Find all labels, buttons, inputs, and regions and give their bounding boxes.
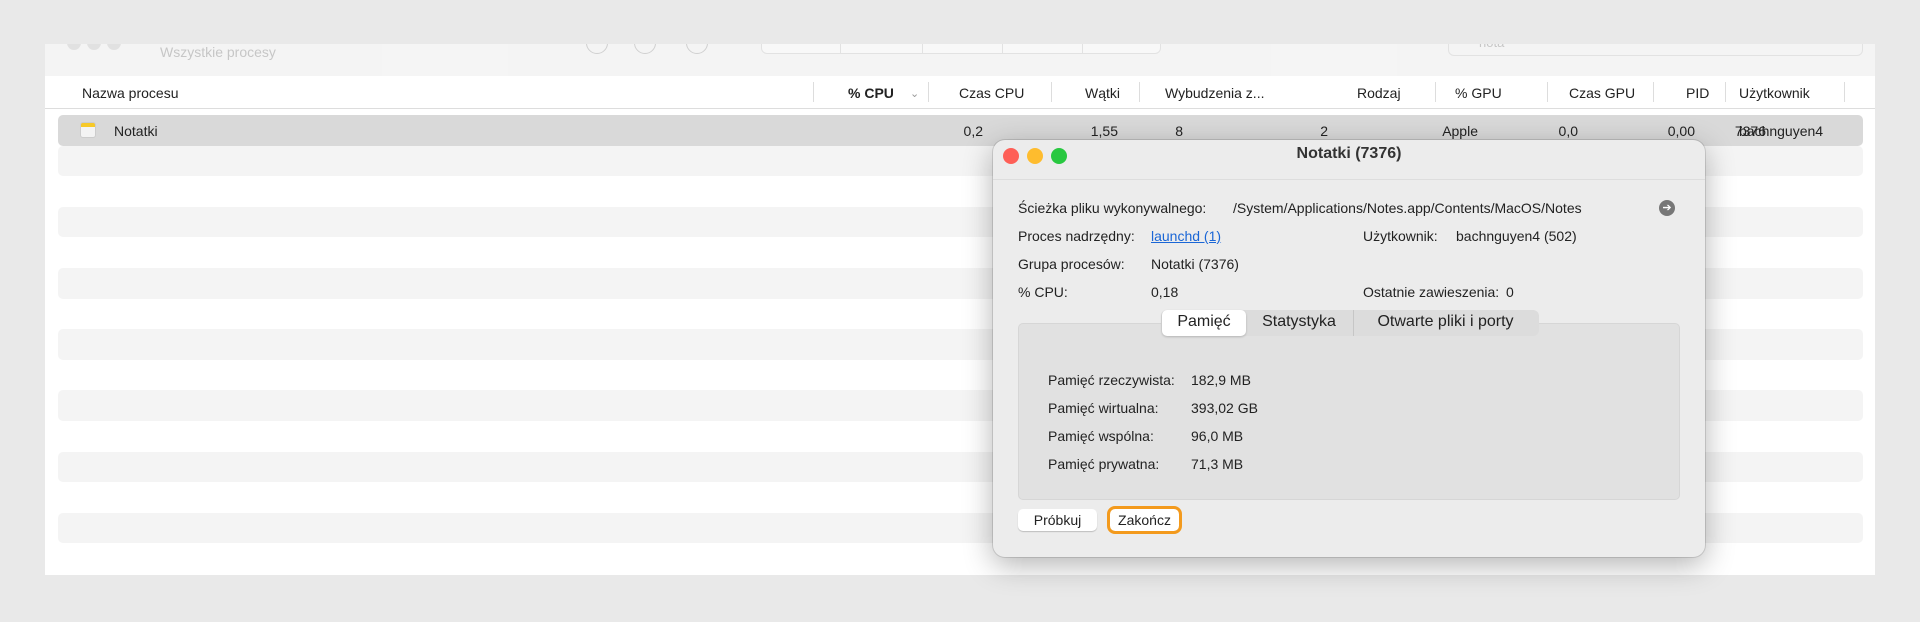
toolbar: Wszystkie procesy nota bbox=[45, 44, 1875, 76]
col-user[interactable]: Użytkownik bbox=[1739, 85, 1810, 101]
search-input[interactable]: nota bbox=[1448, 44, 1863, 56]
parent-label: Proces nadrzędny: bbox=[1018, 228, 1135, 244]
col-wakeups[interactable]: Wybudzenia z... bbox=[1165, 85, 1264, 101]
reveal-arrow-icon[interactable]: ➔ bbox=[1659, 200, 1675, 216]
col-name[interactable]: Nazwa procesu bbox=[82, 85, 179, 101]
col-gpu-time[interactable]: Czas GPU bbox=[1569, 85, 1635, 101]
tab-statistics[interactable]: Statystyka bbox=[1249, 310, 1349, 336]
hangs-value: 0 bbox=[1506, 284, 1514, 300]
memory-value: 96,0 MB bbox=[1191, 428, 1244, 444]
minimize-window-icon[interactable] bbox=[87, 44, 101, 50]
memory-label: Pamięć prywatna: bbox=[1048, 456, 1160, 472]
memory-value: 393,02 GB bbox=[1191, 400, 1258, 416]
col-cpu-time[interactable]: Czas CPU bbox=[959, 85, 1024, 101]
col-threads[interactable]: Wątki bbox=[1085, 85, 1120, 101]
tab-open-files[interactable]: Otwarte pliki i porty bbox=[1353, 310, 1537, 336]
gpu-value: 0,0 bbox=[1558, 123, 1578, 139]
memory-value: 71,3 MB bbox=[1191, 456, 1244, 472]
dialog-title: Notatki (7376) bbox=[1296, 145, 1402, 162]
col-gpu[interactable]: % GPU bbox=[1455, 85, 1502, 101]
memory-label: Pamięć rzeczywista: bbox=[1048, 372, 1175, 388]
stop-process-icon[interactable] bbox=[586, 44, 608, 54]
close-window-icon[interactable] bbox=[67, 44, 81, 50]
col-cpu[interactable]: % CPU bbox=[848, 85, 894, 101]
sample-button[interactable]: Próbkuj bbox=[1018, 509, 1097, 531]
threads-value: 8 bbox=[1175, 123, 1183, 139]
col-pid[interactable]: PID bbox=[1686, 85, 1709, 101]
cpu-value: 0,18 bbox=[1151, 284, 1179, 300]
kind-value: Apple bbox=[1442, 123, 1478, 139]
path-value: /System/Applications/Notes.app/Contents/… bbox=[1233, 200, 1582, 216]
cpu-label: % CPU: bbox=[1018, 284, 1068, 300]
hangs-label: Ostatnie zawieszenia: bbox=[1363, 284, 1500, 300]
wakeups-value: 2 bbox=[1320, 123, 1328, 139]
cpu-time-value: 1,55 bbox=[1090, 123, 1118, 139]
category-segmented-control[interactable] bbox=[761, 44, 1161, 54]
user-value: bachnguyen4 (502) bbox=[1456, 228, 1577, 244]
group-value: Notatki (7376) bbox=[1151, 256, 1239, 272]
col-kind[interactable]: Rodzaj bbox=[1357, 85, 1401, 101]
path-label: Ścieżka pliku wykonywalnego: bbox=[1018, 200, 1207, 216]
tab-memory[interactable]: Pamięć bbox=[1162, 310, 1246, 336]
zoom-window-icon[interactable] bbox=[107, 44, 121, 50]
memory-value: 182,9 MB bbox=[1191, 372, 1251, 388]
user-value: bachnguyen4 bbox=[1739, 123, 1824, 139]
table-header: Nazwa procesu % CPU ⌄ Czas CPU Wątki Wyb… bbox=[45, 76, 1875, 109]
more-actions-icon[interactable] bbox=[686, 44, 708, 54]
cpu-value: 0,2 bbox=[963, 123, 983, 139]
gpu-time-value: 0,00 bbox=[1667, 123, 1695, 139]
memory-label: Pamięć wspólna: bbox=[1048, 428, 1154, 444]
user-label: Użytkownik: bbox=[1363, 228, 1438, 244]
info-icon[interactable] bbox=[634, 44, 656, 54]
process-info-dialog: Notatki (7376) Ścieżka pliku wykonywalne… bbox=[993, 140, 1705, 557]
sort-chevron-icon[interactable]: ⌄ bbox=[910, 87, 919, 100]
memory-panel: Pamięć rzeczywista: 182,9 MB Pamięć wirt… bbox=[1018, 323, 1680, 500]
process-name: Notatki bbox=[114, 123, 158, 139]
quit-button[interactable]: Zakończ bbox=[1107, 506, 1182, 534]
notes-app-icon bbox=[80, 122, 96, 138]
group-label: Grupa procesów: bbox=[1018, 256, 1125, 272]
window-title: Wszystkie procesy bbox=[160, 44, 276, 60]
memory-label: Pamięć wirtualna: bbox=[1048, 400, 1159, 416]
parent-process-link[interactable]: launchd (1) bbox=[1151, 228, 1221, 244]
dialog-tabs: Pamięć Statystyka Otwarte pliki i porty bbox=[1161, 310, 1539, 336]
